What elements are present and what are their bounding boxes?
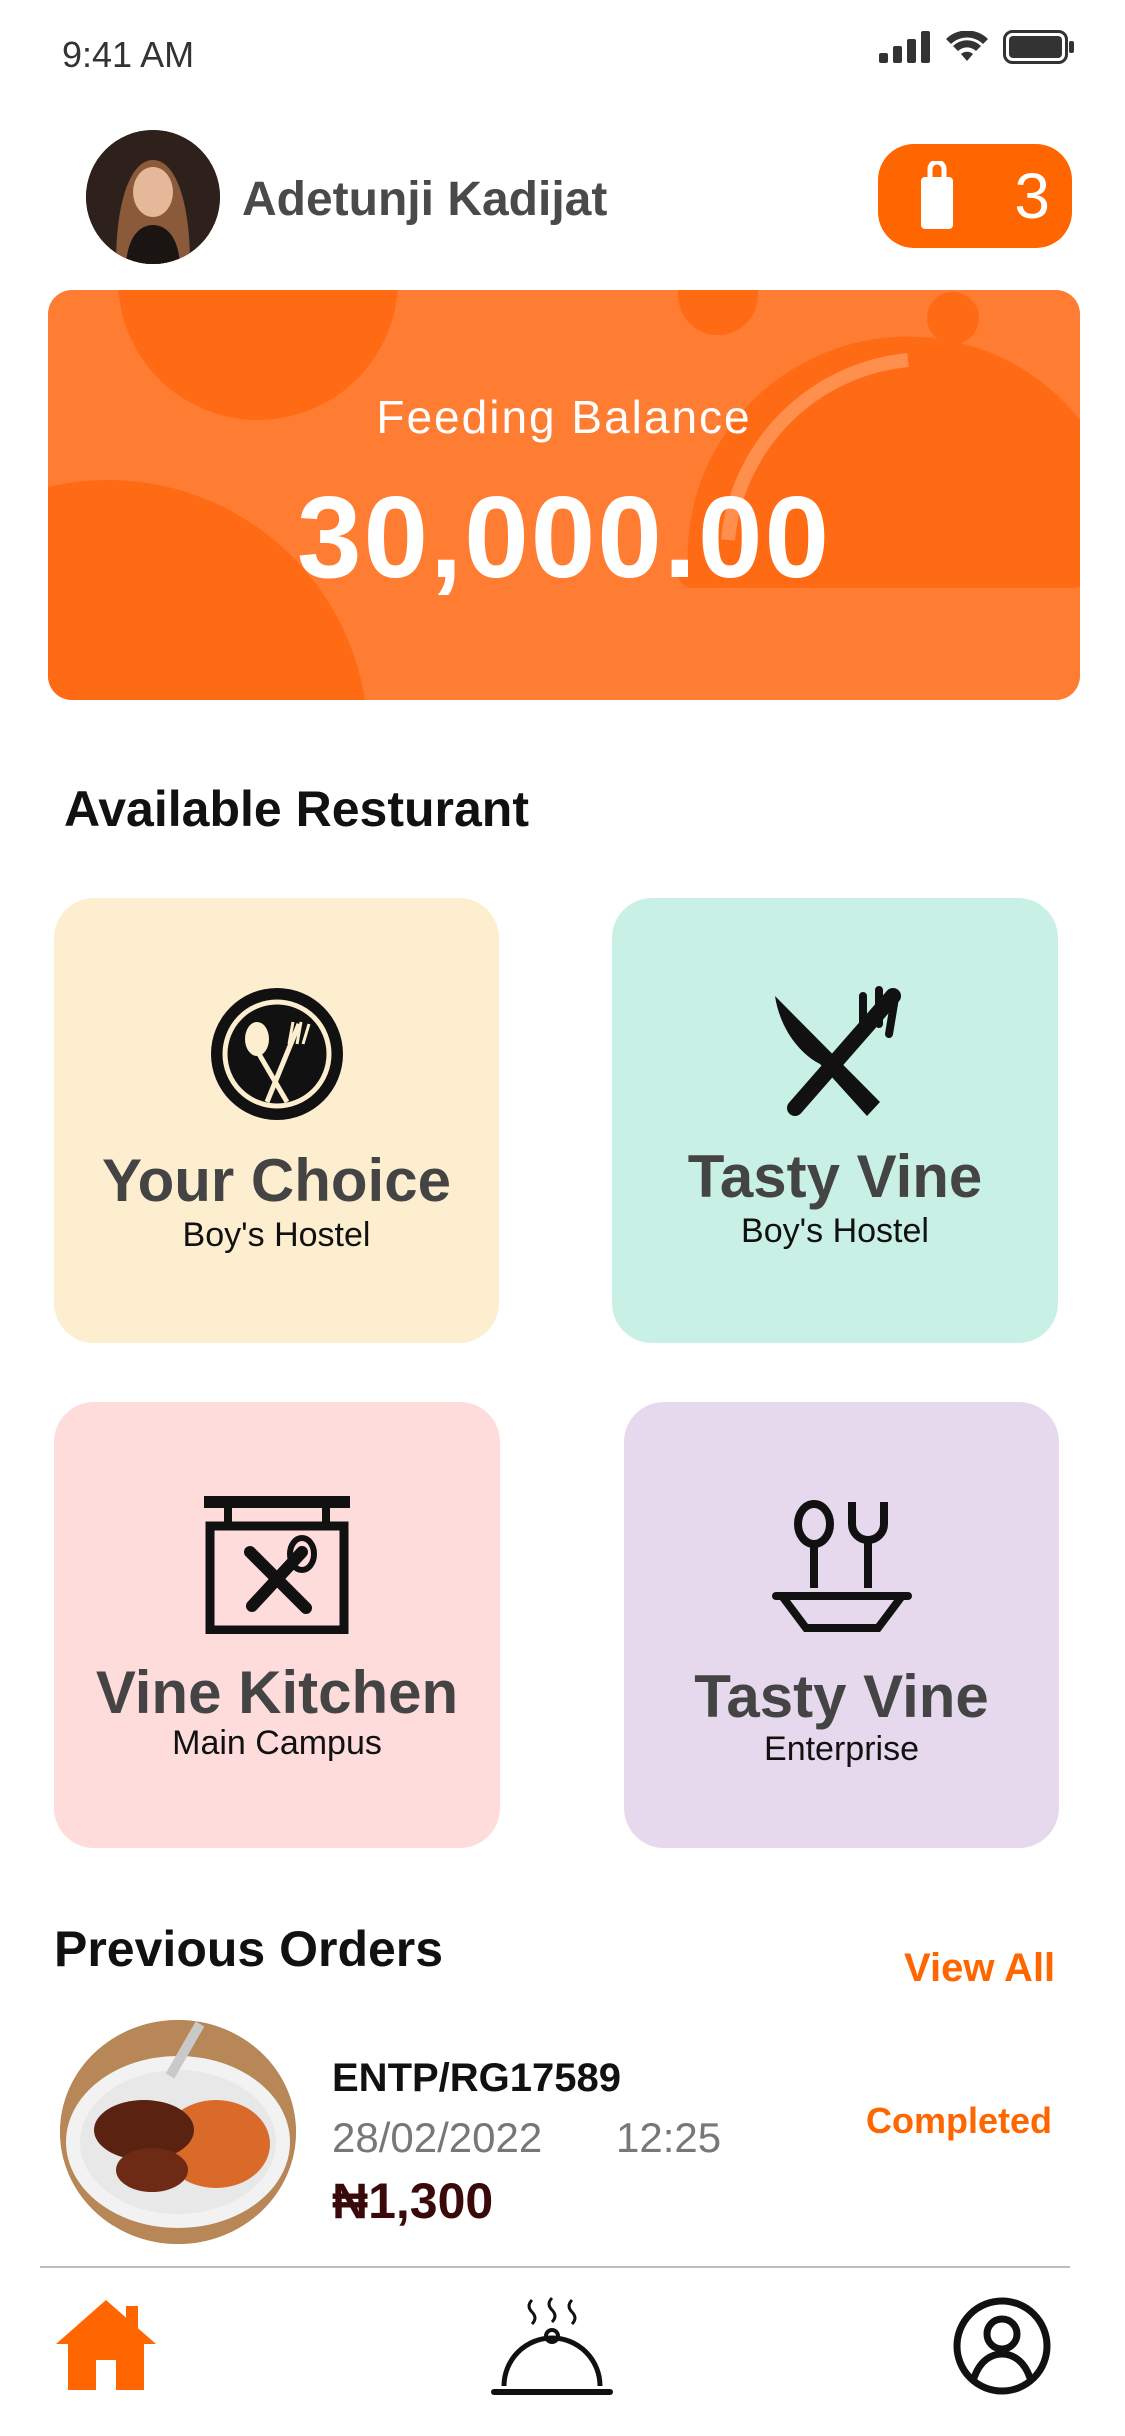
profile-icon [953, 2297, 1051, 2395]
restaurant-name: Tasty Vine [694, 1663, 989, 1730]
restaurant-card-your-choice[interactable]: Your Choice Boy's Hostel [54, 898, 499, 1343]
restaurant-name: Tasty Vine [687, 1143, 983, 1210]
order-food-image [60, 2020, 296, 2244]
cart-button[interactable]: 3 [878, 144, 1072, 248]
header: Adetunji Kadijat 3 [0, 120, 1125, 280]
restaurant-card-tasty-vine-hostel[interactable]: Tasty Vine Boy's Hostel [612, 898, 1058, 1343]
restaurant-card-vine-kitchen[interactable]: Vine Kitchen Main Campus [54, 1402, 500, 1848]
food-cloche-icon [491, 2296, 613, 2395]
restaurants-section-title: Available Resturant [64, 781, 529, 837]
spoon-fork-plate-icon [210, 988, 343, 1120]
restaurant-name: Vine Kitchen [95, 1659, 459, 1726]
view-all-link[interactable]: View All [904, 1946, 1055, 1991]
shopping-bag-icon [921, 161, 953, 229]
balance-amount: 30,000.00 [296, 472, 832, 602]
restaurant-location: Boy's Hostel [741, 1212, 929, 1250]
wifi-icon [946, 31, 988, 61]
status-icons [879, 30, 1075, 64]
order-status: Completed [866, 2100, 1053, 2141]
order-date: 28/02/2022 [332, 2114, 543, 2161]
restaurant-name: Your Choice [102, 1147, 451, 1214]
bowl-utensils-icon [771, 1500, 912, 1632]
signal-icon [879, 31, 930, 63]
tab-orders[interactable] [490, 2296, 614, 2407]
order-id: ENTP/RG17589 [332, 2056, 622, 2100]
avatar[interactable] [86, 130, 220, 264]
tabbar-divider [40, 2266, 1070, 2268]
knife-fork-icon [775, 986, 901, 1116]
balance-label: Feeding Balance [376, 391, 752, 443]
battery-icon [1003, 30, 1074, 64]
restaurant-location: Boy's Hostel [182, 1216, 371, 1254]
restaurant-location: Main Campus [172, 1724, 382, 1762]
order-price: ₦1,300 [332, 2173, 494, 2229]
order-row[interactable]: ENTP/RG17589 28/02/2022 12:25 ₦1,300 Com… [60, 2020, 1080, 2250]
restaurant-sign-icon [204, 1496, 350, 1634]
cart-count: 3 [1014, 160, 1050, 232]
feeding-balance-card: Feeding Balance 30,000.00 [48, 290, 1080, 700]
order-time: 12:25 [616, 2114, 722, 2161]
restaurant-location: Enterprise [764, 1730, 919, 1768]
orders-section-title: Previous Orders [54, 1921, 444, 1977]
tab-bar [0, 2272, 1125, 2436]
home-icon [56, 2300, 156, 2390]
status-bar: 9:41 AM [0, 0, 1125, 100]
status-time: 9:41 AM [62, 34, 195, 75]
user-name: Adetunji Kadijat [242, 173, 608, 226]
tab-home[interactable] [52, 2296, 160, 2397]
restaurant-card-tasty-vine-enterprise[interactable]: Tasty Vine Enterprise [624, 1402, 1059, 1848]
tab-profile[interactable] [952, 2296, 1052, 2401]
